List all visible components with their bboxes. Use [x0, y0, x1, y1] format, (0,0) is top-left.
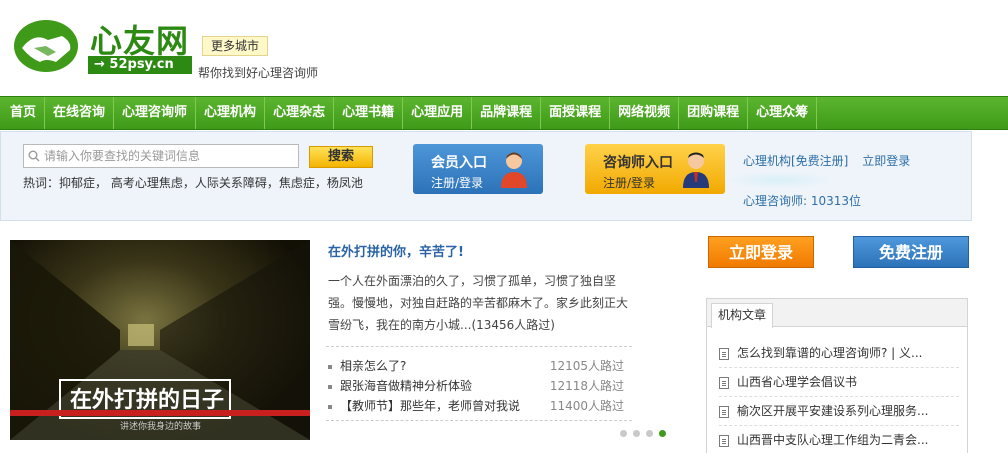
main-nav: 首页 在线咨询 心理咨询师 心理机构 心理杂志 心理书籍 心理应用 品牌课程 面… [0, 96, 1008, 130]
nav-item-institutions[interactable]: 心理机构 [196, 97, 266, 129]
panel-links: 心理机构[免费注册] 立即登录 [743, 152, 910, 169]
more-cities-button[interactable]: 更多城市 [202, 36, 269, 56]
search-placeholder: 请输入你要查找的关键词信息 [44, 149, 201, 163]
feature-image[interactable]: 在外打拼的日子 讲述你我身边的故事 [10, 240, 310, 440]
pager-dot-active[interactable] [659, 430, 666, 437]
list-item[interactable]: 【教师节】那些年，老师曾对我说 11400人路过 [328, 396, 624, 416]
search-icon [28, 150, 40, 162]
list-item-title: 榆次区开展平安建设系列心理服务... [737, 404, 929, 418]
nav-item-online-consult[interactable]: 在线咨询 [45, 97, 115, 129]
list-item-count: 12105人路过 [549, 359, 624, 373]
list-item[interactable]: 山西省心理学会倡议书 [719, 368, 959, 397]
list-item-title: 山西省心理学会倡议书 [737, 375, 858, 389]
site-slogan: 帮你找到好心理咨询师 [198, 66, 319, 80]
nav-item-brand-courses[interactable]: 品牌课程 [472, 97, 542, 129]
nav-item-group-buy[interactable]: 团购课程 [679, 97, 749, 129]
list-item[interactable]: 跟张海音做精神分析体验 12118人路过 [328, 376, 624, 396]
list-item-title: 【教师节】那些年，老师曾对我说 [340, 399, 521, 413]
list-item-title: 怎么找到靠谱的心理咨询师? | 义... [737, 346, 923, 360]
divider [326, 420, 632, 421]
nav-item-crowdfunding[interactable]: 心理众筹 [748, 97, 818, 129]
institution-register-link[interactable]: 心理机构[免费注册] [743, 154, 848, 168]
feature-image-subcaption: 讲述你我身边的故事 [120, 420, 201, 432]
bullet-icon [328, 404, 332, 409]
nav-item-face-courses[interactable]: 面授课程 [541, 97, 611, 129]
consultant-entry-sub: 注册/登录 [603, 176, 656, 190]
nav-item-videos[interactable]: 网络视频 [610, 97, 680, 129]
feature-title[interactable]: 在外打拼的你，辛苦了! [328, 241, 464, 260]
nav-item-counselors[interactable]: 心理咨询师 [114, 97, 197, 129]
org-articles-list: 怎么找到靠谱的心理咨询师? | 义... 山西省心理学会倡议书 榆次区开展平安建… [719, 339, 959, 453]
hot-words-list[interactable]: 抑郁症， 高考心理焦虑，人际关系障碍，焦虑症，杨凤池 [59, 176, 363, 190]
bullet-icon [328, 384, 332, 389]
nav-item-magazines[interactable]: 心理杂志 [265, 97, 335, 129]
member-entry-sub: 注册/登录 [431, 176, 484, 190]
search-panel: 请输入你要查找的关键词信息 搜索 热词：抑郁症， 高考心理焦虑，人际关系障碍，焦… [0, 131, 972, 221]
bullet-icon [328, 364, 332, 369]
list-item-title: 山西晋中支队心理工作组为二青会... [737, 433, 929, 447]
feature-image-caption: 在外打拼的日子 [70, 387, 224, 413]
document-icon [719, 434, 729, 447]
list-item[interactable]: 榆次区开展平安建设系列心理服务... [719, 397, 959, 426]
list-item[interactable]: 相亲怎么了? 12105人路过 [328, 356, 624, 376]
document-icon [719, 376, 729, 389]
pager-dot[interactable] [646, 430, 653, 437]
divider [326, 346, 632, 347]
list-item[interactable]: 山西晋中支队心理工作组为二青会... [719, 426, 959, 453]
list-item-count: 12118人路过 [549, 379, 624, 393]
list-item-count: 11400人路过 [549, 399, 624, 413]
carousel-pager [620, 430, 666, 437]
handshake-logo-icon [14, 20, 78, 72]
login-button[interactable]: 立即登录 [708, 236, 814, 268]
article-list: 相亲怎么了? 12105人路过 跟张海音做精神分析体验 12118人路过 【教师… [328, 356, 624, 416]
login-now-link[interactable]: 立即登录 [862, 154, 910, 168]
register-button[interactable]: 免费注册 [853, 236, 969, 268]
member-entry-button[interactable]: 会员入口 注册/登录 [413, 144, 543, 194]
document-icon [719, 347, 729, 360]
consultant-entry-title: 咨询师入口 [603, 155, 673, 171]
search-input[interactable]: 请输入你要查找的关键词信息 [23, 144, 299, 168]
pager-dot[interactable] [620, 430, 627, 437]
hot-words: 热词：抑郁症， 高考心理焦虑，人际关系障碍，焦虑症，杨凤池 [23, 174, 363, 191]
nav-item-apps[interactable]: 心理应用 [403, 97, 473, 129]
list-item-title: 相亲怎么了? [340, 359, 407, 373]
consultant-avatar-icon [683, 152, 709, 188]
brand-domain: → 52psy.cn [88, 56, 192, 74]
blurred-region [729, 172, 829, 188]
feature-summary: 一个人在外面漂泊的久了，习惯了孤单，习惯了独自坚强。慢慢地，对独自赶路的辛苦都麻… [328, 274, 629, 332]
pager-dot[interactable] [633, 430, 640, 437]
document-icon [719, 405, 729, 418]
list-item[interactable]: 怎么找到靠谱的心理咨询师? | 义... [719, 339, 959, 368]
corridor-illustration: 在外打拼的日子 讲述你我身边的故事 [10, 240, 310, 440]
nav-item-books[interactable]: 心理书籍 [334, 97, 404, 129]
list-item-title: 跟张海音做精神分析体验 [340, 379, 473, 393]
site-logo[interactable]: 心友网 → 52psy.cn [12, 14, 192, 76]
counselor-count: 心理咨询师: 10313位 [743, 194, 862, 208]
member-avatar-icon [501, 152, 527, 188]
hot-words-label: 热词： [23, 176, 60, 190]
member-entry-title: 会员入口 [431, 155, 487, 171]
tab-org-articles[interactable]: 机构文章 [711, 303, 774, 328]
nav-item-home[interactable]: 首页 [0, 97, 46, 129]
consultant-entry-button[interactable]: 咨询师入口 注册/登录 [585, 144, 725, 194]
org-articles-box: 机构文章 怎么找到靠谱的心理咨询师? | 义... 山西省心理学会倡议书 榆次区… [706, 298, 968, 453]
search-button[interactable]: 搜索 [309, 146, 373, 168]
